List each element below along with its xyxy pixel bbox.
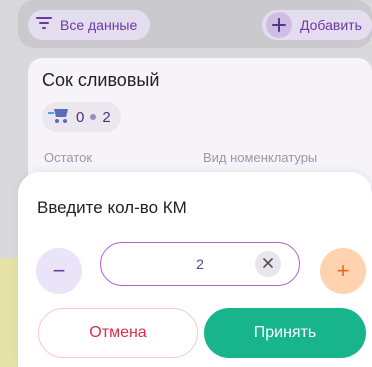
add-label: Добавить bbox=[300, 17, 362, 33]
plus-sign-icon: + bbox=[336, 258, 350, 283]
increment-button[interactable]: + bbox=[320, 248, 366, 294]
separator-dot bbox=[90, 114, 97, 120]
decrement-button[interactable]: − bbox=[36, 248, 82, 294]
stock-label: Остаток bbox=[44, 150, 93, 165]
quantity-left: 0 bbox=[76, 108, 85, 126]
add-button[interactable]: Добавить bbox=[262, 10, 372, 40]
filter-label: Все данные bbox=[60, 17, 138, 33]
nomenclature-type-label: Вид номенклатуры bbox=[203, 150, 318, 165]
product-title: Сок сливовый bbox=[42, 70, 160, 90]
accept-button[interactable]: Принять bbox=[204, 308, 366, 358]
filter-button[interactable]: Все данные bbox=[28, 10, 150, 40]
cart-icon bbox=[48, 106, 70, 129]
quantity-field[interactable] bbox=[100, 242, 300, 286]
quantity-badge: 0 2 bbox=[42, 102, 121, 132]
quantity-input[interactable] bbox=[101, 243, 261, 284]
plus-icon bbox=[266, 12, 292, 38]
filter-icon bbox=[36, 16, 52, 35]
quantity-dialog: Введите кол-во КМ − + Отмена Принять bbox=[18, 172, 372, 367]
dialog-title: Введите кол-во КМ bbox=[37, 198, 187, 217]
close-icon bbox=[263, 255, 273, 273]
quantity-right: 2 bbox=[102, 108, 111, 126]
minus-icon: − bbox=[52, 258, 66, 283]
cancel-button[interactable]: Отмена bbox=[38, 308, 198, 358]
clear-button[interactable] bbox=[255, 251, 281, 277]
